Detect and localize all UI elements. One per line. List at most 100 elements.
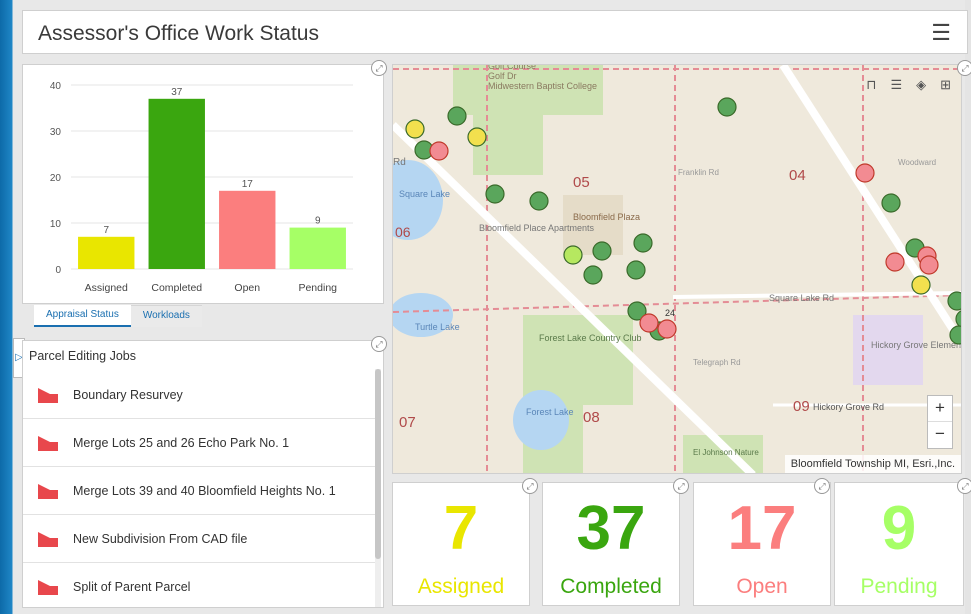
map-point-open[interactable] xyxy=(657,319,677,339)
map-point-completed[interactable] xyxy=(949,325,962,345)
list-item-label: New Subdivision From CAD file xyxy=(73,531,248,546)
y-tick-label: 10 xyxy=(50,219,62,230)
indicator-label: Pending xyxy=(860,575,938,598)
map-point-open[interactable] xyxy=(855,163,875,183)
indicator-open: 17 Open xyxy=(693,482,831,606)
list-item[interactable]: Split of Parent Parcel xyxy=(23,563,377,607)
map-label: Midwestern Baptist College xyxy=(488,81,597,91)
list-item[interactable]: Boundary Resurvey xyxy=(23,371,377,419)
map-label: 04 xyxy=(789,167,806,184)
map-point-assigned[interactable] xyxy=(405,119,425,139)
tab-appraisal-status[interactable]: Appraisal Status xyxy=(34,305,131,327)
map-label: Hickory Grove Rd xyxy=(813,402,884,412)
map-point-pending[interactable] xyxy=(563,245,583,265)
map-point-assigned[interactable] xyxy=(467,127,487,147)
map-label: Bloomfield Place Apartments xyxy=(479,223,595,233)
map-label: 07 xyxy=(399,414,416,431)
expand-indicator-icon[interactable]: ⤢ xyxy=(522,478,538,494)
expand-chart-icon[interactable]: ⤢ xyxy=(371,60,387,76)
map-point-completed[interactable] xyxy=(626,260,646,280)
zoom-out-button[interactable]: − xyxy=(928,422,952,448)
parcel-polygon-icon xyxy=(38,387,58,403)
x-tick-label: Pending xyxy=(298,282,337,294)
x-tick-label: Assigned xyxy=(85,282,128,294)
expand-map-icon[interactable]: ⤢ xyxy=(957,60,971,76)
map-point-completed[interactable] xyxy=(947,291,962,311)
map-label: 05 xyxy=(573,174,590,191)
bar-pending[interactable] xyxy=(289,227,346,269)
map-label: Woodward xyxy=(898,158,936,167)
map-label: 08 xyxy=(583,409,600,426)
map-point-completed[interactable] xyxy=(881,193,901,213)
map-canvas[interactable]: Golf CourseGolf DrMidwestern Baptist Col… xyxy=(393,65,962,474)
map-label: Hickory Grove Elementary xyxy=(871,340,962,350)
parcel-polygon-icon xyxy=(38,579,58,595)
indicator-assigned: 7 Assigned xyxy=(392,482,530,606)
basemap-gallery-icon[interactable]: ⊓ xyxy=(866,77,876,93)
map-point-completed[interactable] xyxy=(583,265,603,285)
parcel-jobs-list-panel: Parcel Editing Jobs Boundary Resurvey Mer… xyxy=(22,340,384,608)
map-point-open[interactable] xyxy=(429,141,449,161)
parcel-polygon-icon xyxy=(38,435,58,451)
indicator-label: Assigned xyxy=(417,575,505,598)
y-tick-label: 40 xyxy=(50,81,62,92)
map-point-completed[interactable] xyxy=(529,191,549,211)
map-point-completed[interactable] xyxy=(717,97,737,117)
list-scrollbar[interactable] xyxy=(375,369,381,607)
parcel-polygon-icon xyxy=(38,531,58,547)
map-point-completed[interactable] xyxy=(485,184,505,204)
layers-icon[interactable]: ◈ xyxy=(916,77,926,93)
map-point-open[interactable] xyxy=(639,313,659,333)
indicator-completed: 37 Completed xyxy=(542,482,680,606)
legend-icon[interactable]: ☰ xyxy=(890,77,902,93)
tab-workloads[interactable]: Workloads xyxy=(130,305,202,327)
bar-open[interactable] xyxy=(219,190,276,269)
expand-list-icon[interactable]: ⤢ xyxy=(371,336,387,352)
map-label: 09 xyxy=(793,398,810,415)
map-label: Forest Lake Country Club xyxy=(539,333,642,343)
right-edge xyxy=(965,0,971,614)
qr-icon[interactable]: ⊞ xyxy=(940,77,951,93)
hamburger-icon[interactable]: ☰ xyxy=(931,20,951,46)
map-toolbar: ⊓ ☰ ◈ ⊞ xyxy=(866,77,951,93)
map-point-assigned[interactable] xyxy=(911,275,931,295)
data-label: 7 xyxy=(103,225,109,236)
bar-assigned[interactable] xyxy=(78,236,135,269)
map-label: Square Lake xyxy=(399,189,450,199)
map-label: Bloomfield Plaza xyxy=(573,212,640,222)
chart-tabs: Appraisal Status Workloads xyxy=(34,305,202,327)
map-point-completed[interactable] xyxy=(592,241,612,261)
map-label: Rd xyxy=(393,157,406,168)
woodward-ave xyxy=(779,65,961,348)
map-label: 24 xyxy=(665,308,675,318)
indicator-value: 17 xyxy=(727,494,797,563)
map-point-completed[interactable] xyxy=(955,310,962,328)
list-item[interactable]: Merge Lots 25 and 26 Echo Park No. 1 xyxy=(23,419,377,467)
zoom-control: + − xyxy=(927,395,953,449)
parcel-jobs-list: Boundary Resurvey Merge Lots 25 and 26 Ec… xyxy=(23,371,377,607)
map-point-completed[interactable] xyxy=(633,233,653,253)
list-item[interactable]: Merge Lots 39 and 40 Bloomfield Heights … xyxy=(23,467,377,515)
data-label: 37 xyxy=(171,87,183,98)
dashboard-header: Assessor's Office Work Status ☰ xyxy=(22,10,968,54)
page-title: Assessor's Office Work Status xyxy=(38,22,319,45)
list-item-label: Merge Lots 25 and 26 Echo Park No. 1 xyxy=(73,435,290,450)
indicator-label: Open xyxy=(736,575,788,598)
expand-indicator-icon[interactable]: ⤢ xyxy=(814,478,830,494)
zoom-in-button[interactable]: + xyxy=(928,396,952,422)
indicator-value: 37 xyxy=(576,494,646,563)
bar-completed[interactable] xyxy=(148,98,205,269)
status-chart-panel: 0 10 20 30 40 7 Assigned 37 Completed 17 Open 9 Pend… xyxy=(22,64,384,304)
expand-indicator-icon[interactable]: ⤢ xyxy=(957,478,971,494)
map-point-open[interactable] xyxy=(885,252,905,272)
map-attribution: Bloomfield Township MI, Esri.,Inc. xyxy=(784,455,961,473)
indicator-pending: 9 Pending xyxy=(834,482,964,606)
parcel-map[interactable]: Golf Course Golf Dr Midwestern Baptist Col… xyxy=(392,64,962,474)
indicator-value: 7 xyxy=(443,494,479,563)
scrollbar-thumb[interactable] xyxy=(375,369,381,559)
map-point-open[interactable] xyxy=(919,255,939,275)
indicator-label: Completed xyxy=(560,575,662,598)
expand-indicator-icon[interactable]: ⤢ xyxy=(673,478,689,494)
list-item[interactable]: New Subdivision From CAD file xyxy=(23,515,377,563)
map-point-completed[interactable] xyxy=(447,106,467,126)
